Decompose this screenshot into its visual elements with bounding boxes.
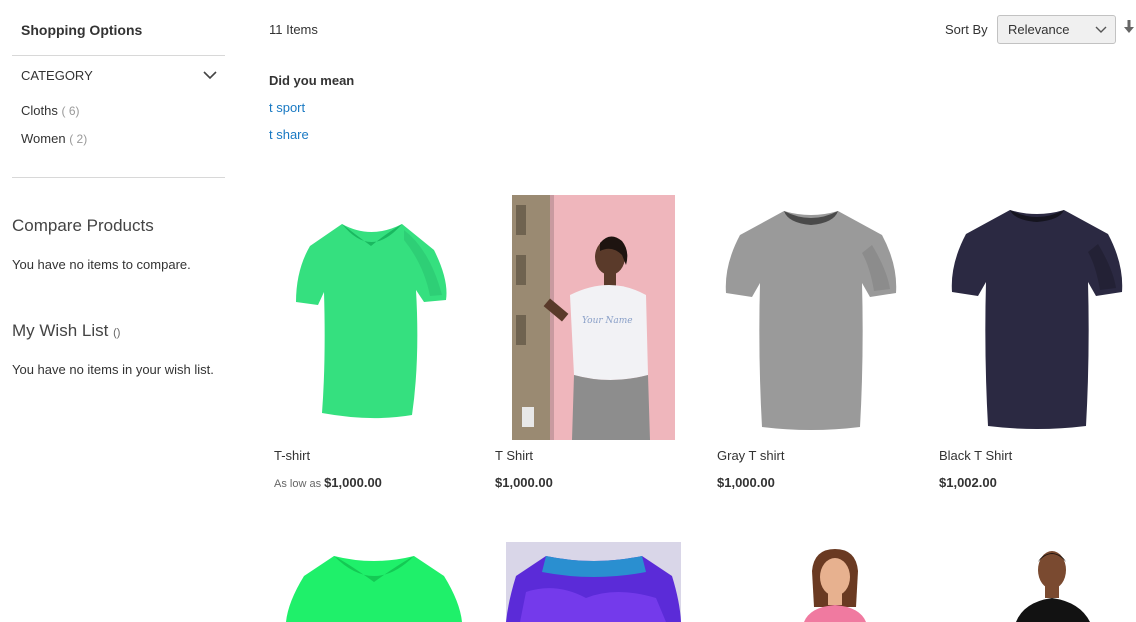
price-value: $1,000.00 bbox=[324, 475, 382, 490]
product-name[interactable]: Gray T shirt bbox=[717, 448, 784, 463]
product-name[interactable]: T Shirt bbox=[495, 448, 533, 463]
sidebar-divider bbox=[12, 177, 225, 178]
filter-item-women[interactable]: Women ( 2) bbox=[21, 131, 87, 146]
items-count: 11 Items bbox=[269, 22, 318, 37]
price-value: $1,002.00 bbox=[939, 475, 997, 490]
category-filter-title: CATEGORY bbox=[21, 67, 93, 83]
product-image-tshirt[interactable] bbox=[284, 210, 459, 425]
wishlist-title: My Wish List () bbox=[12, 321, 120, 341]
product-image-black-t-shirt[interactable] bbox=[948, 204, 1126, 432]
suggestion-link[interactable]: t sport bbox=[269, 100, 305, 115]
shopping-options-title: Shopping Options bbox=[21, 22, 143, 38]
sidebar-divider bbox=[12, 55, 225, 56]
product-image-gray-t-shirt[interactable] bbox=[722, 205, 900, 433]
filter-label: Cloths bbox=[21, 103, 58, 118]
filter-count: ( 6) bbox=[61, 104, 80, 118]
sort-by-label: Sort By bbox=[945, 22, 988, 37]
search-results-page: Shopping Options CATEGORY Cloths ( 6) Wo… bbox=[0, 0, 1136, 622]
price-value: $1,000.00 bbox=[717, 475, 775, 490]
filter-label: Women bbox=[21, 131, 66, 146]
wishlist-empty-text: You have no items in your wish list. bbox=[12, 362, 214, 377]
chevron-down-icon bbox=[203, 70, 217, 80]
price-prefix: As low as bbox=[274, 478, 322, 490]
product-image-women-top[interactable] bbox=[790, 547, 880, 622]
wishlist-counter: () bbox=[113, 327, 121, 339]
suggestion-link[interactable]: t share bbox=[269, 127, 309, 142]
product-image-purple-print-shirt[interactable] bbox=[506, 542, 681, 622]
filter-item-cloths[interactable]: Cloths ( 6) bbox=[21, 103, 79, 118]
sort-direction-arrow-icon[interactable] bbox=[1124, 20, 1134, 39]
product-price: As low as $1,000.00 bbox=[274, 475, 382, 490]
sort-select-value: Relevance bbox=[1008, 22, 1070, 37]
product-image-green-v-neck[interactable] bbox=[284, 552, 464, 622]
compare-products-title: Compare Products bbox=[12, 216, 154, 235]
sort-by-select[interactable]: Relevance bbox=[997, 15, 1116, 44]
product-price: $1,000.00 bbox=[495, 475, 553, 490]
product-name[interactable]: Black T Shirt bbox=[939, 448, 1012, 463]
product-price: $1,002.00 bbox=[939, 475, 997, 490]
product-price: $1,000.00 bbox=[717, 475, 775, 490]
chevron-down-icon bbox=[1095, 22, 1107, 37]
did-you-mean-title: Did you mean bbox=[269, 73, 355, 88]
svg-text:Your Name: Your Name bbox=[582, 316, 633, 326]
product-name[interactable]: T-shirt bbox=[274, 448, 310, 463]
price-value: $1,000.00 bbox=[495, 475, 553, 490]
compare-empty-text: You have no items to compare. bbox=[12, 257, 191, 272]
product-image-t-shirt-photo[interactable]: Your Name bbox=[512, 195, 675, 440]
wishlist-title-text: My Wish List bbox=[12, 321, 109, 340]
category-filter-toggle[interactable]: CATEGORY bbox=[21, 66, 217, 84]
product-image-men-tee[interactable] bbox=[1008, 546, 1098, 622]
filter-count: ( 2) bbox=[69, 132, 88, 146]
